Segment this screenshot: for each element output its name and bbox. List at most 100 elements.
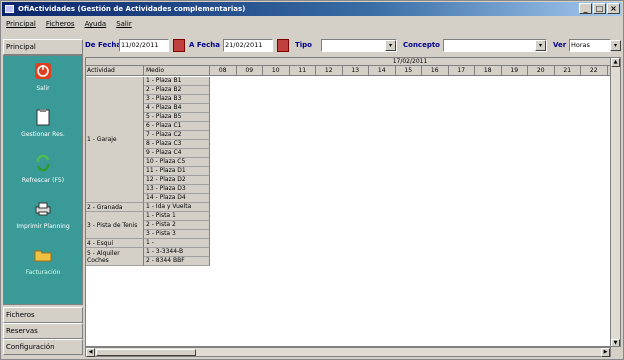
vertical-scrollbar[interactable]: ▲ ▼ — [610, 58, 620, 346]
medio-cell[interactable]: 14 - Plaza D4 — [144, 194, 210, 203]
scroll-left-icon[interactable]: ◀ — [86, 348, 95, 357]
salir-label: Salir — [36, 85, 50, 92]
hour-header: 09 — [237, 66, 263, 75]
printer-icon — [35, 202, 51, 216]
medio-cell[interactable]: 1 - 3-3344-B — [144, 248, 210, 257]
hour-header: 15 — [396, 66, 422, 75]
actividad-cell[interactable]: 5 - Alquiler Coches — [86, 248, 144, 266]
hour-header: 16 — [422, 66, 449, 75]
concepto-label: Concepto — [403, 41, 440, 49]
hour-header: 14 — [369, 66, 396, 75]
medio-cell[interactable]: 9 - Plaza C4 — [144, 149, 210, 158]
panel-header[interactable]: Principal — [3, 39, 83, 55]
medio-cell[interactable]: 12 - Plaza D2 — [144, 176, 210, 185]
actividad-cell[interactable]: 1 - Garaje — [86, 77, 144, 203]
hour-header: 18 — [475, 66, 502, 75]
medio-cell[interactable]: 1 - Plaza B1 — [144, 77, 210, 86]
hour-header: 21 — [555, 66, 581, 75]
medio-cell[interactable]: 13 - Plaza D3 — [144, 185, 210, 194]
tab-configuracion[interactable]: Configuración — [3, 339, 83, 355]
concepto-dropdown-icon[interactable]: ▾ — [535, 40, 546, 51]
clipboard-icon — [36, 109, 50, 126]
gestionar-res-button[interactable]: Gestionar Res. — [4, 108, 82, 138]
de-fecha-input[interactable]: 11/02/2011 — [119, 39, 169, 52]
facturacion-label: Facturación — [25, 269, 61, 276]
medio-cell[interactable]: 3 - Plaza B3 — [144, 95, 210, 104]
col-actividad: Actividad — [86, 66, 144, 75]
folder-icon — [34, 250, 52, 262]
medio-cell[interactable]: 1 - Pista 1 — [144, 212, 210, 221]
power-icon — [35, 63, 51, 79]
a-fecha-input[interactable]: 21/02/2011 — [223, 39, 273, 52]
minimize-button[interactable]: _ — [579, 3, 592, 14]
maximize-button[interactable]: □ — [593, 3, 606, 14]
refresh-icon — [36, 154, 50, 172]
imprimir-planning-button[interactable]: Imprimir Planning — [4, 200, 82, 230]
medio-cell[interactable]: 8 - Plaza C3 — [144, 140, 210, 149]
horizontal-scroll-thumb[interactable] — [96, 349, 196, 356]
salir-button[interactable]: Salir — [4, 62, 82, 92]
tab-reservas[interactable]: Reservas — [3, 323, 83, 339]
medio-cell[interactable]: 1 - — [144, 239, 210, 248]
ver-select[interactable]: Horas — [569, 39, 611, 52]
actividad-cell[interactable]: 4 - Esquí — [86, 239, 144, 248]
title-bar: OfiActividades (Gestión de Actividades c… — [2, 2, 622, 16]
medio-cell[interactable]: 6 - Plaza C1 — [144, 122, 210, 131]
app-icon — [5, 5, 14, 13]
scroll-right-icon[interactable]: ▶ — [601, 348, 610, 357]
hour-header: 19 — [502, 66, 528, 75]
medio-cell[interactable]: 2 - Pista 2 — [144, 221, 210, 230]
hour-header: 12 — [316, 66, 343, 75]
hour-header: 22 — [581, 66, 608, 75]
medio-cell[interactable]: 4 - Plaza B4 — [144, 104, 210, 113]
de-fecha-label: De Fecha — [85, 41, 122, 49]
menu-bar: Principal Ficheros Ayuda Salir — [2, 17, 622, 31]
menu-ficheros[interactable]: Ficheros — [46, 17, 75, 31]
planning-grid[interactable]: 17/02/2011 Actividad Medio 08 09 10 11 12 13 1… — [85, 57, 621, 347]
app-window: OfiActividades (Gestión de Actividades c… — [0, 0, 624, 360]
hour-header: 10 — [263, 66, 290, 75]
facturacion-button[interactable]: Facturación — [4, 246, 82, 276]
menu-principal[interactable]: Principal — [6, 17, 36, 31]
col-medio: Medio — [144, 66, 210, 75]
horizontal-scrollbar[interactable]: ◀ ▶ — [85, 347, 611, 357]
medio-cell[interactable]: 10 - Plaza C5 — [144, 158, 210, 167]
tipo-dropdown-icon[interactable]: ▾ — [385, 40, 396, 51]
ver-label: Ver — [553, 41, 567, 49]
date-header: 17/02/2011 — [392, 58, 428, 65]
scroll-down-icon[interactable]: ▼ — [611, 339, 620, 346]
medio-cell[interactable]: 2 - Plaza B2 — [144, 86, 210, 95]
hour-header: 20 — [528, 66, 555, 75]
scroll-up-icon[interactable]: ▲ — [611, 58, 620, 67]
concepto-select[interactable] — [443, 39, 547, 52]
a-fecha-label: A Fecha — [189, 41, 220, 49]
actividad-cell[interactable]: 3 - Pista de Tenis — [86, 212, 144, 239]
de-fecha-calendar-icon[interactable] — [173, 39, 185, 52]
actividad-cell[interactable]: 2 - Granada — [86, 203, 144, 212]
close-button[interactable]: × — [607, 3, 620, 14]
medio-cell[interactable]: 5 - Plaza B5 — [144, 113, 210, 122]
refrescar-label: Refrescar (F5) — [21, 177, 65, 184]
left-panel: Principal Salir Gestionar Res. Refrescar… — [3, 39, 83, 359]
medio-cell[interactable]: 3 - Pista 3 — [144, 230, 210, 239]
window-title: OfiActividades (Gestión de Actividades c… — [18, 5, 246, 13]
hour-header: 13 — [343, 66, 369, 75]
ver-dropdown-icon[interactable]: ▾ — [610, 40, 621, 51]
gestionar-res-label: Gestionar Res. — [21, 131, 65, 138]
column-header-row: Actividad Medio 08 09 10 11 12 13 14 15 16 17 18 19… — [86, 66, 620, 76]
panel-body: Salir Gestionar Res. Refrescar (F5) Impr… — [3, 55, 83, 305]
tab-ficheros[interactable]: Ficheros — [3, 307, 83, 323]
medio-cell[interactable]: 11 - Plaza D1 — [144, 167, 210, 176]
tipo-label: Tipo — [295, 41, 312, 49]
a-fecha-calendar-icon[interactable] — [277, 39, 289, 52]
imprimir-planning-label: Imprimir Planning — [16, 223, 70, 230]
medio-cell[interactable]: 7 - Plaza C2 — [144, 131, 210, 140]
hour-header: 11 — [290, 66, 316, 75]
refrescar-button[interactable]: Refrescar (F5) — [4, 154, 82, 184]
date-header-row: 17/02/2011 — [86, 58, 620, 66]
menu-salir[interactable]: Salir — [116, 17, 132, 31]
hour-header: 08 — [210, 66, 237, 75]
medio-cell[interactable]: 2 - 8344 BBF — [144, 257, 210, 266]
menu-ayuda[interactable]: Ayuda — [85, 17, 107, 31]
medio-cell[interactable]: 1 - Ida y Vuelta — [144, 203, 210, 212]
